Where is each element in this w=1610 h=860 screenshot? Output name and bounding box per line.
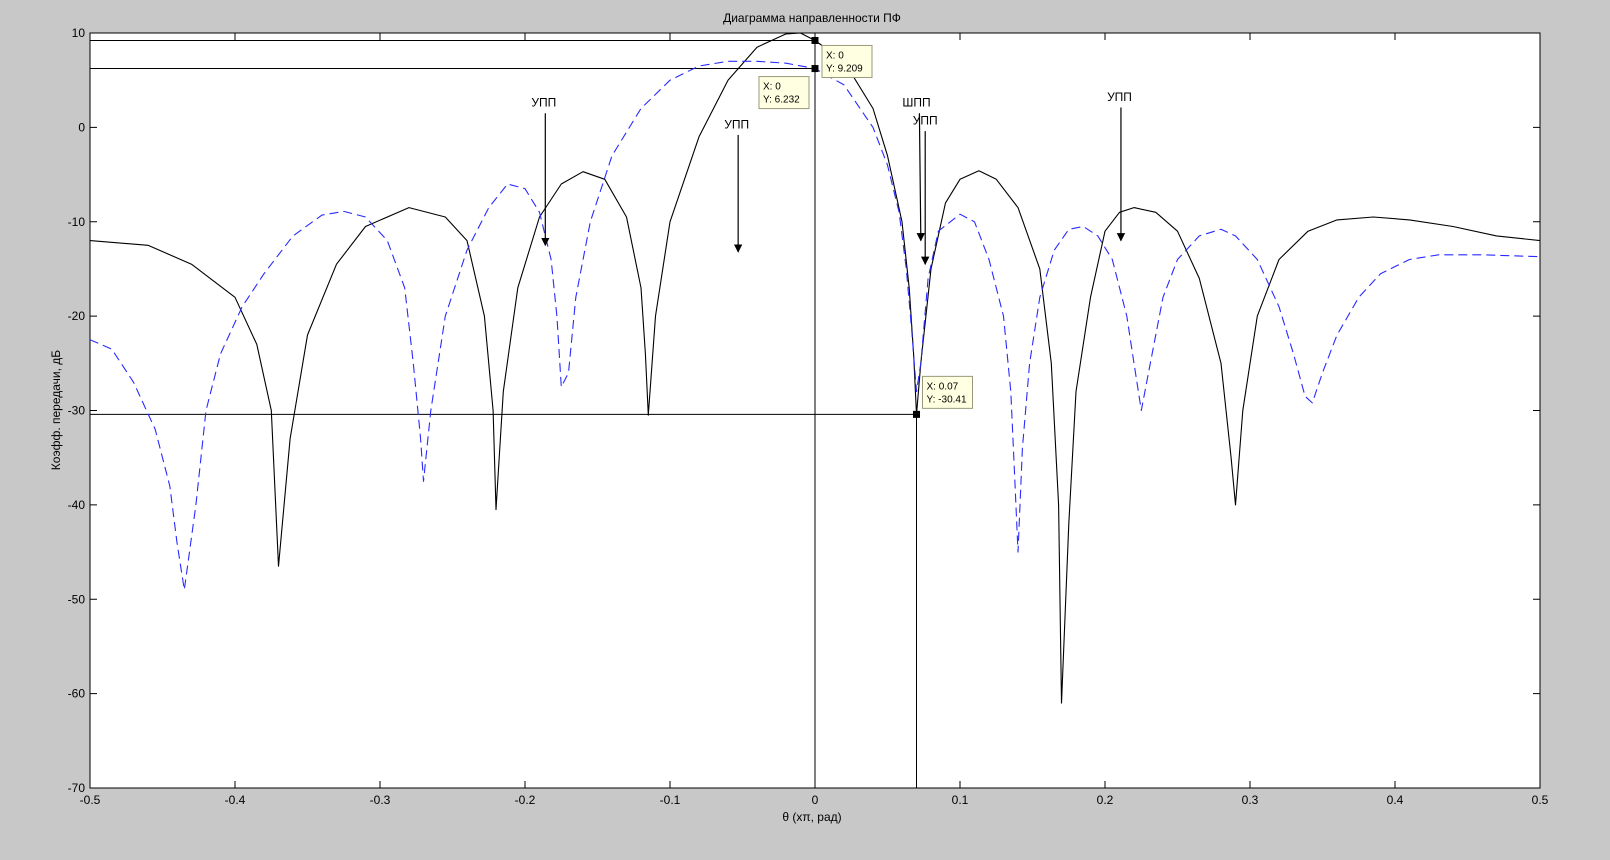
x-tick-label: 0.3	[1242, 793, 1259, 807]
annotation-label: УПП	[724, 117, 749, 131]
annotation-label: УПП	[1107, 90, 1132, 104]
figure-window: Диаграмма направленности ПФ θ (хπ, рад) …	[0, 0, 1610, 855]
x-tick-label: 0.4	[1387, 793, 1404, 807]
y-tick-label: -10	[68, 215, 86, 229]
x-tick-label: 0.2	[1097, 793, 1114, 807]
x-tick-label: -0.4	[225, 793, 246, 807]
annotation-label: УПП	[913, 114, 938, 128]
datatip-marker	[811, 36, 819, 44]
y-tick-label: 0	[78, 120, 85, 134]
y-tick-label: -70	[68, 781, 86, 795]
y-tick-label: 10	[72, 26, 86, 40]
annotation-label: УПП	[531, 96, 556, 110]
x-tick-label: 0.5	[1532, 793, 1549, 807]
x-tick-label: 0.1	[952, 793, 969, 807]
y-tick-label: -60	[68, 687, 86, 701]
datatip-marker	[913, 410, 920, 418]
y-tick-label: -40	[68, 498, 86, 512]
chart-title: Диаграмма направленности ПФ	[723, 11, 901, 25]
datatip-marker	[811, 65, 819, 73]
directivity-chart: Диаграмма направленности ПФ θ (хπ, рад) …	[49, 11, 1549, 824]
x-tick-label: -0.5	[80, 793, 101, 807]
y-tick-label: -20	[68, 309, 86, 323]
x-axis-label: θ (хπ, рад)	[782, 810, 841, 824]
x-tick-label: -0.2	[515, 793, 536, 807]
annotation-label: ШПП	[902, 96, 930, 110]
y-axis-label: Коэфф. передачи, дБ	[49, 350, 63, 470]
x-tick-label: -0.1	[660, 793, 681, 807]
datatip-x-value: X: 0	[763, 82, 781, 93]
y-tick-label: -30	[68, 404, 86, 418]
datatip-y-value: Y: 6.232	[763, 95, 800, 106]
datatip-y-value: Y: -30.41	[927, 394, 967, 405]
datatip-x-value: X: 0	[826, 50, 844, 61]
x-tick-label: 0	[812, 793, 819, 807]
datatip-x-value: X: 0.07	[927, 381, 959, 392]
datatip-y-value: Y: 9.209	[826, 63, 863, 74]
x-tick-label: -0.3	[370, 793, 391, 807]
y-tick-label: -50	[68, 592, 86, 606]
